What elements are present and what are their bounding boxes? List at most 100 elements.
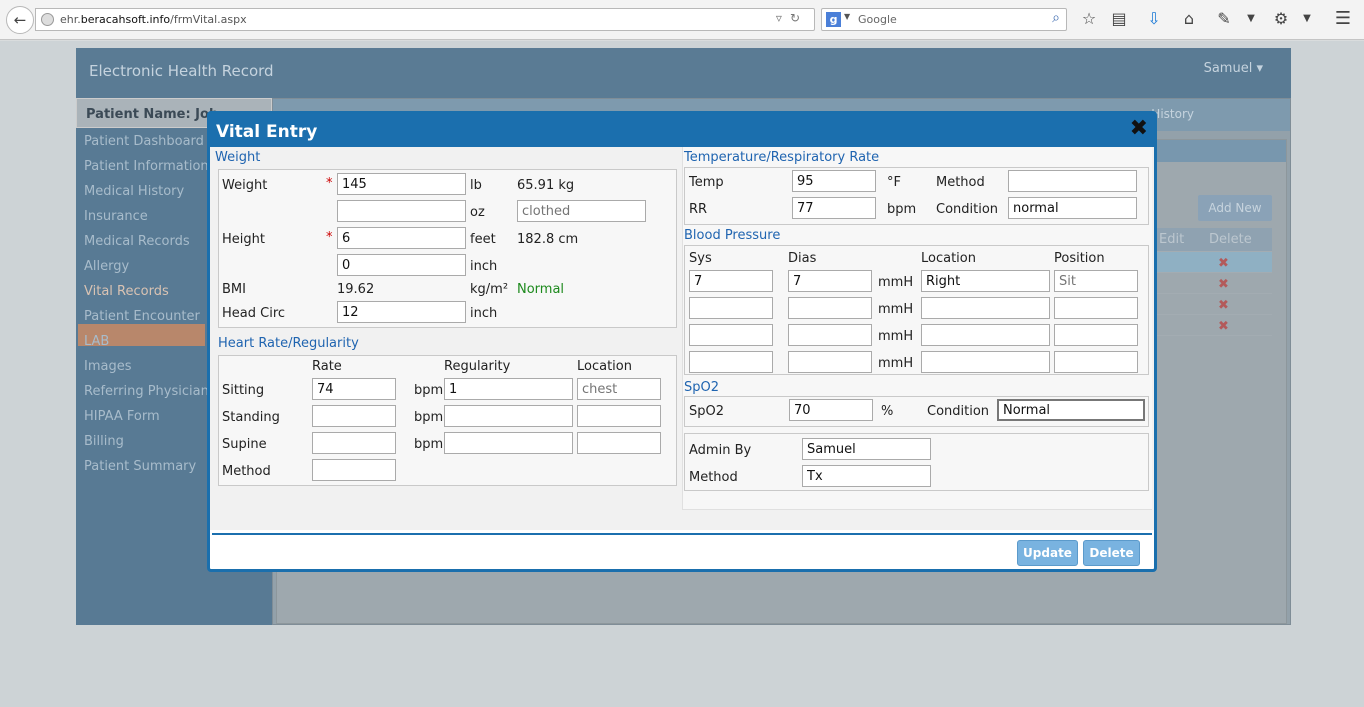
bp-sys-input[interactable] — [689, 270, 773, 292]
bp-dias-input[interactable] — [788, 270, 872, 292]
clothed-input[interactable] — [517, 200, 646, 222]
bp-position-input[interactable] — [1054, 270, 1138, 292]
sitting-regularity-input[interactable] — [444, 378, 573, 400]
bp-location-column-header: Location — [921, 251, 976, 266]
standing-rate-input[interactable] — [312, 405, 396, 427]
temp-label: Temp — [689, 175, 724, 190]
menu-icon[interactable]: ☰ — [1332, 8, 1354, 30]
admin-method-input[interactable] — [802, 465, 931, 487]
download-icon[interactable]: ⇩ — [1143, 8, 1165, 30]
spo2-condition-input[interactable] — [997, 399, 1145, 421]
sidebar-item-medical-history[interactable]: Medical History — [84, 184, 184, 199]
bp-sys-input[interactable] — [689, 351, 773, 373]
bp-dias-input[interactable] — [788, 351, 872, 373]
sidebar-item-hipaa-form[interactable]: HIPAA Form — [84, 409, 160, 424]
home-icon[interactable]: ⌂ — [1178, 8, 1200, 30]
sidebar-item-lab[interactable]: LAB — [84, 334, 109, 349]
bp-location-input[interactable] — [921, 297, 1050, 319]
rr-label: RR — [689, 202, 708, 217]
inch-unit: inch — [470, 259, 498, 274]
back-button[interactable]: ← — [6, 6, 34, 34]
edit-column-header: Edit — [1159, 232, 1185, 247]
admin-by-label: Admin By — [689, 443, 752, 458]
temp-method-input[interactable] — [1008, 170, 1137, 192]
height-inch-input[interactable] — [337, 254, 466, 276]
sidebar-item-allergy[interactable]: Allergy — [84, 259, 129, 274]
sidebar-item-billing[interactable]: Billing — [84, 434, 124, 449]
bp-sys-input[interactable] — [689, 324, 773, 346]
supine-rate-input[interactable] — [312, 432, 396, 454]
delete-icon[interactable]: ✖ — [1218, 319, 1229, 334]
url-host-prefix: ehr. — [60, 13, 81, 26]
sidebar-item-images[interactable]: Images — [84, 359, 132, 374]
reload-icon[interactable]: ▿↻ — [776, 11, 808, 25]
sidebar-item-patient-encounter[interactable]: Patient Encounter — [84, 309, 200, 324]
bp-position-input[interactable] — [1054, 324, 1138, 346]
sitting-location-input[interactable] — [577, 378, 661, 400]
bp-location-input[interactable] — [921, 270, 1050, 292]
reading-list-icon[interactable]: ▤ — [1108, 8, 1130, 30]
sidebar-item-patient-summary[interactable]: Patient Summary — [84, 459, 196, 474]
delete-icon[interactable]: ✖ — [1218, 256, 1229, 271]
delete-icon[interactable]: ✖ — [1218, 298, 1229, 313]
rr-condition-input[interactable] — [1008, 197, 1137, 219]
bp-dias-input[interactable] — [788, 297, 872, 319]
rr-input[interactable] — [792, 197, 876, 219]
user-menu[interactable]: Samuel ▾ — [1204, 61, 1263, 76]
bmi-unit: kg/m² — [470, 282, 509, 297]
bp-location-input[interactable] — [921, 324, 1050, 346]
star-icon[interactable]: ☆ — [1078, 8, 1100, 30]
bp-sys-input[interactable] — [689, 297, 773, 319]
search-bar[interactable]: g ▼ Google ⌕ — [821, 8, 1067, 31]
supine-location-input[interactable] — [577, 432, 661, 454]
sidebar-item-referring-physician[interactable]: Referring Physician — [84, 384, 209, 399]
globe-icon — [41, 13, 54, 26]
height-feet-input[interactable] — [337, 227, 466, 249]
add-new-button[interactable]: Add New — [1198, 195, 1272, 221]
bp-position-input[interactable] — [1054, 351, 1138, 373]
temp-input[interactable] — [792, 170, 876, 192]
spo2-section-title: SpO2 — [684, 380, 720, 395]
chevron-down-icon[interactable]: ▼ — [844, 12, 850, 21]
chevron-down-icon[interactable]: ▼ — [1296, 8, 1318, 30]
delete-icon[interactable]: ✖ — [1218, 277, 1229, 292]
search-icon[interactable]: ⌕ — [1052, 10, 1060, 26]
update-button[interactable]: Update — [1017, 540, 1078, 566]
modal-footer-divider — [212, 533, 1152, 535]
bp-position-input[interactable] — [1054, 297, 1138, 319]
admin-by-input[interactable] — [802, 438, 931, 460]
sitting-rate-input[interactable] — [312, 378, 396, 400]
url-bar[interactable]: ehr.beracahsoft.info/frmVital.aspx ▿↻ — [35, 8, 815, 31]
mmh-unit: mmH — [878, 275, 914, 290]
addon-icon[interactable]: ⚙ — [1270, 8, 1292, 30]
mmh-unit: mmH — [878, 329, 914, 344]
bp-dias-input[interactable] — [788, 324, 872, 346]
sidebar-item-patient-dashboard[interactable]: Patient Dashboard — [84, 134, 204, 149]
bpm-unit: bpm — [414, 383, 444, 398]
weight-unit: lb — [470, 178, 482, 193]
head-circ-input[interactable] — [337, 301, 466, 323]
weight-section: Weight * lb 65.91 kg oz Height * feet 18… — [218, 169, 677, 328]
close-icon[interactable]: ✖ — [1130, 118, 1148, 140]
weight-input[interactable] — [337, 173, 466, 195]
sidebar-item-vital-records[interactable]: Vital Records — [84, 284, 169, 299]
sidebar-item-patient-information[interactable]: Patient Information — [84, 159, 209, 174]
admin-method-label: Method — [689, 470, 738, 485]
spo2-input[interactable] — [789, 399, 873, 421]
heart-method-input[interactable] — [312, 459, 396, 481]
app-header: Electronic Health Record Samuel ▾ — [76, 48, 1291, 98]
sidebar-item-insurance[interactable]: Insurance — [84, 209, 148, 224]
heart-section-title: Heart Rate/Regularity — [218, 336, 359, 351]
sidebar-item-medical-records[interactable]: Medical Records — [84, 234, 190, 249]
regularity-column-header: Regularity — [444, 359, 511, 374]
standing-location-input[interactable] — [577, 405, 661, 427]
dropper-icon[interactable]: ✎ — [1213, 8, 1235, 30]
standing-regularity-input[interactable] — [444, 405, 573, 427]
bp-location-input[interactable] — [921, 351, 1050, 373]
supine-regularity-input[interactable] — [444, 432, 573, 454]
chevron-down-icon[interactable]: ▼ — [1240, 8, 1262, 30]
search-input[interactable]: Google — [858, 13, 897, 26]
weight-oz-input[interactable] — [337, 200, 466, 222]
delete-button[interactable]: Delete — [1083, 540, 1140, 566]
bmi-value: 19.62 — [337, 282, 375, 297]
